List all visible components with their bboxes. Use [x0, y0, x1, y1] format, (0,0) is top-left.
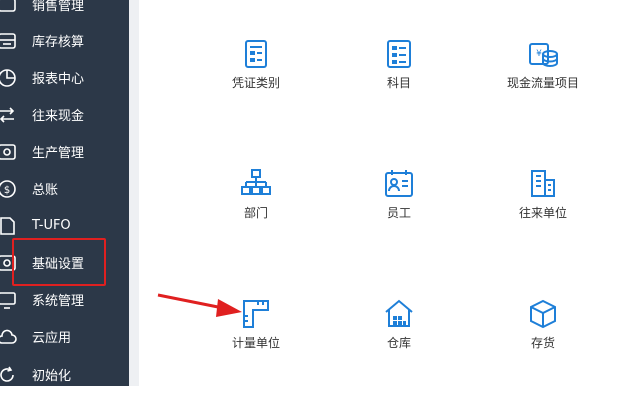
tile-label: 部门 — [243, 206, 268, 220]
ledger-icon: $ — [0, 179, 16, 198]
tile-warehouse[interactable]: 仓库 — [344, 298, 454, 398]
sidebar-item-ledger[interactable]: $ 总账 — [0, 170, 129, 207]
red-arrow-annotation — [157, 293, 242, 317]
sidebar-item-label: 往来现金 — [32, 109, 85, 124]
cloud-icon — [0, 329, 17, 344]
sidebar-item-cloud[interactable]: 云应用 — [0, 318, 129, 355]
tile-department[interactable]: 部门 — [201, 168, 311, 268]
sidebar-item-label: 云应用 — [32, 331, 72, 346]
sidebar-item-inventory[interactable]: 库存核算 — [0, 22, 129, 59]
tile-label: 往来单位 — [518, 206, 567, 220]
sidebar-item-production[interactable]: 生产管理 — [0, 133, 129, 170]
box-icon — [530, 299, 556, 329]
svg-text:¥: ¥ — [536, 49, 542, 59]
sales-icon — [0, 0, 16, 12]
highlight-annotation — [12, 238, 106, 286]
tile-partner[interactable]: 往来单位 — [488, 168, 598, 268]
sidebar-item-label: 生产管理 — [32, 146, 85, 161]
sidebar-item-reports[interactable]: 报表中心 — [0, 59, 129, 96]
inventory-icon — [0, 32, 16, 49]
tile-employee[interactable]: 员工 — [344, 168, 454, 268]
svg-text:$: $ — [4, 185, 10, 196]
tile-label: 员工 — [386, 206, 411, 220]
sidebar-item-label: 总账 — [32, 183, 59, 198]
tile-label: 科目 — [386, 76, 411, 90]
cashflow-icon: ¥ — [529, 43, 558, 67]
sidebar-gutter — [129, 0, 139, 386]
monitor-icon — [0, 291, 16, 309]
refresh-icon — [0, 366, 14, 382]
sidebar-item-label: T-UFO — [32, 218, 71, 233]
tile-subject[interactable]: 科目 — [344, 38, 454, 138]
subject-list-icon — [387, 40, 411, 68]
sidebar-item-cash[interactable]: 往来现金 — [0, 96, 129, 133]
voucher-icon — [245, 40, 267, 68]
tile-label: 现金流量项目 — [506, 76, 579, 90]
production-icon — [0, 143, 16, 160]
transfer-icon — [0, 106, 15, 123]
employee-card-icon — [385, 170, 413, 197]
pie-chart-icon — [0, 68, 16, 87]
tile-cashflow-item[interactable]: ¥ 现金流量项目 — [488, 38, 598, 138]
sidebar-item-init[interactable]: 初始化 — [0, 356, 129, 393]
sidebar-item-label: 库存核算 — [32, 35, 85, 50]
org-chart-icon — [241, 169, 271, 195]
document-icon — [0, 216, 15, 235]
sidebar: 销售管理 库存核算 报表中心 往来现金 生产管理 $ 总账 T-UFO 基础设置… — [0, 0, 129, 386]
sidebar-item-label: 系统管理 — [32, 294, 85, 309]
warehouse-icon — [385, 299, 413, 327]
sidebar-item-label: 初始化 — [32, 369, 72, 384]
building-icon — [531, 170, 555, 197]
tile-label: 凭证类别 — [231, 76, 280, 90]
tile-label: 存货 — [530, 336, 555, 350]
tile-voucher-category[interactable]: 凭证类别 — [201, 38, 311, 138]
sidebar-item-system[interactable]: 系统管理 — [0, 281, 129, 318]
tile-label: 计量单位 — [231, 336, 280, 350]
tile-label: 仓库 — [386, 336, 411, 350]
tile-stock[interactable]: 存货 — [488, 298, 598, 398]
sidebar-item-label: 销售管理 — [32, 0, 85, 14]
sidebar-item-sales[interactable]: 销售管理 — [0, 0, 129, 23]
sidebar-item-label: 报表中心 — [32, 72, 85, 87]
